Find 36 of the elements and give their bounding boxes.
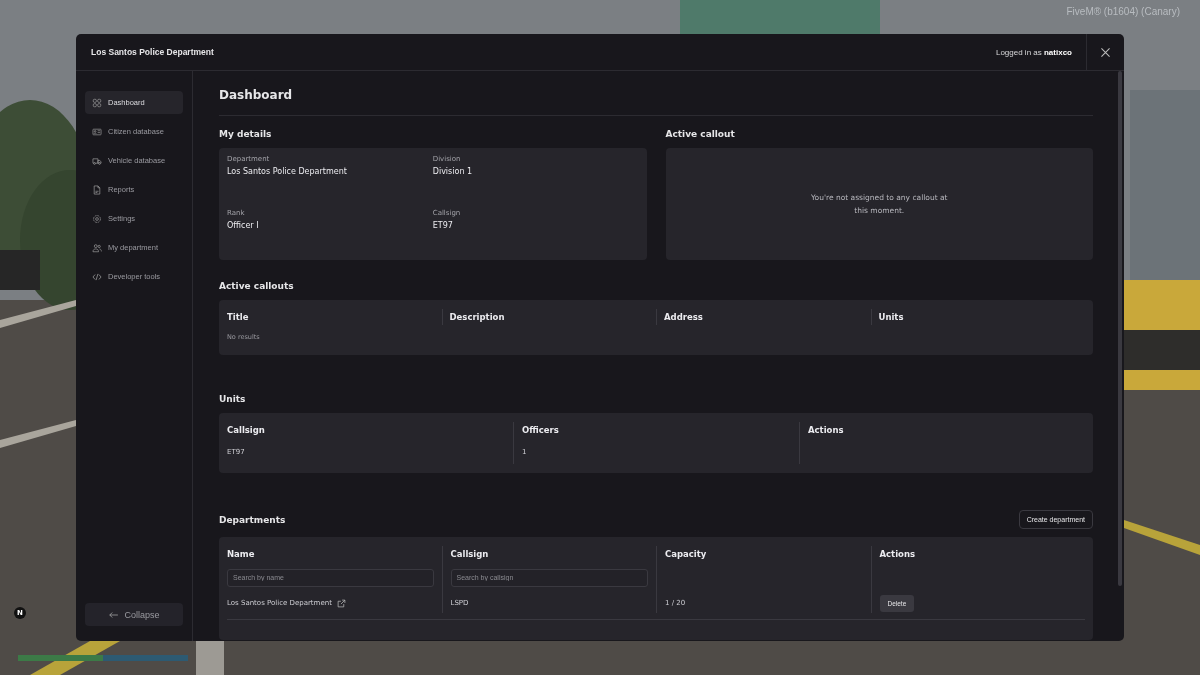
collapse-button[interactable]: Collapse (85, 603, 183, 626)
column-header: Capacity (665, 548, 708, 561)
field-value: ET97 (432, 221, 454, 230)
column-header: Actions (808, 424, 845, 437)
column-header: Address (656, 309, 871, 325)
arrow-left-icon (108, 609, 120, 620)
close-icon (1099, 45, 1112, 59)
column-header: Actions (879, 548, 917, 561)
id-card-icon (92, 126, 102, 137)
column-header: Name (227, 548, 256, 561)
code-icon (92, 271, 102, 282)
field-value: Division 1 (432, 167, 474, 176)
field-value: Los Santos Police Department (227, 167, 348, 176)
section-heading: Active callout (665, 128, 736, 140)
document-icon (92, 184, 102, 195)
external-link-icon (336, 598, 346, 608)
column-header: Description (441, 309, 656, 325)
window-title: Los Santos Police Department (90, 47, 215, 57)
truck-icon (92, 155, 102, 166)
section-heading: Active callouts (219, 280, 295, 292)
page-title: Dashboard (219, 88, 1093, 116)
scrollbar[interactable] (1118, 71, 1122, 586)
section-heading: Units (219, 393, 247, 405)
field-value: Officer I (227, 221, 260, 230)
column-header: Units (870, 309, 1085, 325)
users-icon (92, 242, 102, 253)
login-status: Logged in as natixco (995, 47, 1073, 57)
column-header: Callsign (450, 548, 490, 561)
grid-icon (92, 97, 102, 108)
column-header: Callsign (227, 424, 266, 437)
column-header: Officers (522, 424, 560, 437)
section-heading: My details (219, 128, 273, 140)
section-heading: Departments (219, 513, 286, 526)
column-header: Title (227, 311, 250, 324)
settings-icon (92, 213, 102, 224)
client-version-label: FiveM® (b1604) (Canary) (1066, 6, 1180, 17)
